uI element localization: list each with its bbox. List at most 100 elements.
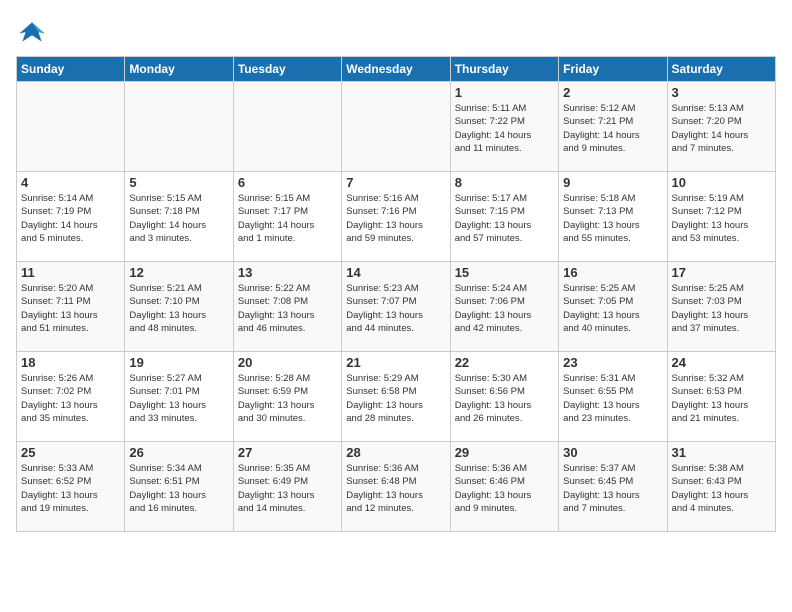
calendar-cell: 28 Sunrise: 5:36 AM Sunset: 6:48 PM Dayli… <box>342 442 450 532</box>
day-number: 15 <box>455 265 554 280</box>
day-number: 19 <box>129 355 228 370</box>
day-number: 4 <box>21 175 120 190</box>
weekday-header-monday: Monday <box>125 57 233 82</box>
day-info: Sunrise: 5:14 AM Sunset: 7:19 PM Dayligh… <box>21 192 120 245</box>
day-info: Sunrise: 5:37 AM Sunset: 6:45 PM Dayligh… <box>563 462 662 515</box>
calendar-cell: 17 Sunrise: 5:25 AM Sunset: 7:03 PM Dayli… <box>667 262 775 352</box>
calendar-cell: 9 Sunrise: 5:18 AM Sunset: 7:13 PM Daylig… <box>559 172 667 262</box>
day-info: Sunrise: 5:28 AM Sunset: 6:59 PM Dayligh… <box>238 372 337 425</box>
day-info: Sunrise: 5:35 AM Sunset: 6:49 PM Dayligh… <box>238 462 337 515</box>
day-info: Sunrise: 5:32 AM Sunset: 6:53 PM Dayligh… <box>672 372 771 425</box>
calendar-week-row: 11 Sunrise: 5:20 AM Sunset: 7:11 PM Dayli… <box>17 262 776 352</box>
calendar-cell: 22 Sunrise: 5:30 AM Sunset: 6:56 PM Dayli… <box>450 352 558 442</box>
calendar-cell: 21 Sunrise: 5:29 AM Sunset: 6:58 PM Dayli… <box>342 352 450 442</box>
day-number: 31 <box>672 445 771 460</box>
calendar-cell: 26Sunrise: 5:34 AM Sunset: 6:51 PM Dayli… <box>125 442 233 532</box>
day-number: 12 <box>129 265 228 280</box>
calendar-cell <box>17 82 125 172</box>
day-info: Sunrise: 5:23 AM Sunset: 7:07 PM Dayligh… <box>346 282 445 335</box>
day-number: 23 <box>563 355 662 370</box>
day-number: 11 <box>21 265 120 280</box>
day-info: Sunrise: 5:12 AM Sunset: 7:21 PM Dayligh… <box>563 102 662 155</box>
calendar-cell: 4 Sunrise: 5:14 AM Sunset: 7:19 PM Daylig… <box>17 172 125 262</box>
day-number: 6 <box>238 175 337 190</box>
day-info: Sunrise: 5:29 AM Sunset: 6:58 PM Dayligh… <box>346 372 445 425</box>
calendar-cell: 8Sunrise: 5:17 AM Sunset: 7:15 PM Daylig… <box>450 172 558 262</box>
calendar-cell: 2 Sunrise: 5:12 AM Sunset: 7:21 PM Daylig… <box>559 82 667 172</box>
calendar-cell: 15 Sunrise: 5:24 AM Sunset: 7:06 PM Dayli… <box>450 262 558 352</box>
day-number: 29 <box>455 445 554 460</box>
calendar-cell: 11 Sunrise: 5:20 AM Sunset: 7:11 PM Dayli… <box>17 262 125 352</box>
day-info: Sunrise: 5:13 AM Sunset: 7:20 PM Dayligh… <box>672 102 771 155</box>
day-info: Sunrise: 5:11 AM Sunset: 7:22 PM Dayligh… <box>455 102 554 155</box>
day-number: 2 <box>563 85 662 100</box>
calendar-header-row: SundayMondayTuesdayWednesdayThursdayFrid… <box>17 57 776 82</box>
day-number: 7 <box>346 175 445 190</box>
weekday-header-tuesday: Tuesday <box>233 57 341 82</box>
day-info: Sunrise: 5:15 AM Sunset: 7:17 PM Dayligh… <box>238 192 337 245</box>
calendar-cell <box>342 82 450 172</box>
calendar-cell <box>125 82 233 172</box>
day-number: 25 <box>21 445 120 460</box>
calendar-body: 1 Sunrise: 5:11 AM Sunset: 7:22 PM Daylig… <box>17 82 776 532</box>
day-info: Sunrise: 5:36 AM Sunset: 6:48 PM Dayligh… <box>346 462 445 515</box>
calendar-cell: 20 Sunrise: 5:28 AM Sunset: 6:59 PM Dayli… <box>233 352 341 442</box>
day-info: Sunrise: 5:30 AM Sunset: 6:56 PM Dayligh… <box>455 372 554 425</box>
day-info: Sunrise: 5:21 AM Sunset: 7:10 PM Dayligh… <box>129 282 228 335</box>
calendar-cell: 6 Sunrise: 5:15 AM Sunset: 7:17 PM Daylig… <box>233 172 341 262</box>
day-info: Sunrise: 5:38 AM Sunset: 6:43 PM Dayligh… <box>672 462 771 515</box>
calendar-table: SundayMondayTuesdayWednesdayThursdayFrid… <box>16 56 776 532</box>
day-info: Sunrise: 5:24 AM Sunset: 7:06 PM Dayligh… <box>455 282 554 335</box>
day-info: Sunrise: 5:18 AM Sunset: 7:13 PM Dayligh… <box>563 192 662 245</box>
calendar-cell: 24 Sunrise: 5:32 AM Sunset: 6:53 PM Dayli… <box>667 352 775 442</box>
weekday-header-wednesday: Wednesday <box>342 57 450 82</box>
day-number: 5 <box>129 175 228 190</box>
day-number: 28 <box>346 445 445 460</box>
calendar-cell: 19 Sunrise: 5:27 AM Sunset: 7:01 PM Dayli… <box>125 352 233 442</box>
calendar-cell <box>233 82 341 172</box>
calendar-cell: 13Sunrise: 5:22 AM Sunset: 7:08 PM Dayli… <box>233 262 341 352</box>
day-info: Sunrise: 5:20 AM Sunset: 7:11 PM Dayligh… <box>21 282 120 335</box>
day-number: 16 <box>563 265 662 280</box>
day-number: 22 <box>455 355 554 370</box>
logo <box>16 16 52 48</box>
day-number: 27 <box>238 445 337 460</box>
calendar-cell: 3 Sunrise: 5:13 AM Sunset: 7:20 PM Daylig… <box>667 82 775 172</box>
calendar-cell: 29Sunrise: 5:36 AM Sunset: 6:46 PM Dayli… <box>450 442 558 532</box>
calendar-week-row: 25 Sunrise: 5:33 AM Sunset: 6:52 PM Dayli… <box>17 442 776 532</box>
day-info: Sunrise: 5:15 AM Sunset: 7:18 PM Dayligh… <box>129 192 228 245</box>
weekday-header-thursday: Thursday <box>450 57 558 82</box>
day-number: 10 <box>672 175 771 190</box>
day-info: Sunrise: 5:25 AM Sunset: 7:05 PM Dayligh… <box>563 282 662 335</box>
calendar-cell: 27 Sunrise: 5:35 AM Sunset: 6:49 PM Dayli… <box>233 442 341 532</box>
calendar-cell: 14Sunrise: 5:23 AM Sunset: 7:07 PM Dayli… <box>342 262 450 352</box>
calendar-cell: 23Sunrise: 5:31 AM Sunset: 6:55 PM Dayli… <box>559 352 667 442</box>
day-number: 13 <box>238 265 337 280</box>
calendar-cell: 30 Sunrise: 5:37 AM Sunset: 6:45 PM Dayli… <box>559 442 667 532</box>
day-number: 26 <box>129 445 228 460</box>
day-number: 17 <box>672 265 771 280</box>
day-number: 8 <box>455 175 554 190</box>
day-info: Sunrise: 5:27 AM Sunset: 7:01 PM Dayligh… <box>129 372 228 425</box>
day-number: 24 <box>672 355 771 370</box>
day-number: 30 <box>563 445 662 460</box>
day-info: Sunrise: 5:16 AM Sunset: 7:16 PM Dayligh… <box>346 192 445 245</box>
day-info: Sunrise: 5:26 AM Sunset: 7:02 PM Dayligh… <box>21 372 120 425</box>
day-number: 21 <box>346 355 445 370</box>
day-number: 20 <box>238 355 337 370</box>
day-number: 9 <box>563 175 662 190</box>
calendar-cell: 18 Sunrise: 5:26 AM Sunset: 7:02 PM Dayli… <box>17 352 125 442</box>
calendar-week-row: 18 Sunrise: 5:26 AM Sunset: 7:02 PM Dayli… <box>17 352 776 442</box>
day-info: Sunrise: 5:25 AM Sunset: 7:03 PM Dayligh… <box>672 282 771 335</box>
weekday-header-sunday: Sunday <box>17 57 125 82</box>
calendar-cell: 7 Sunrise: 5:16 AM Sunset: 7:16 PM Daylig… <box>342 172 450 262</box>
day-number: 18 <box>21 355 120 370</box>
day-number: 1 <box>455 85 554 100</box>
page-header <box>16 16 776 48</box>
calendar-cell: 25 Sunrise: 5:33 AM Sunset: 6:52 PM Dayli… <box>17 442 125 532</box>
calendar-cell: 12 Sunrise: 5:21 AM Sunset: 7:10 PM Dayli… <box>125 262 233 352</box>
logo-icon <box>16 16 48 48</box>
day-info: Sunrise: 5:33 AM Sunset: 6:52 PM Dayligh… <box>21 462 120 515</box>
calendar-cell: 31 Sunrise: 5:38 AM Sunset: 6:43 PM Dayli… <box>667 442 775 532</box>
day-number: 3 <box>672 85 771 100</box>
